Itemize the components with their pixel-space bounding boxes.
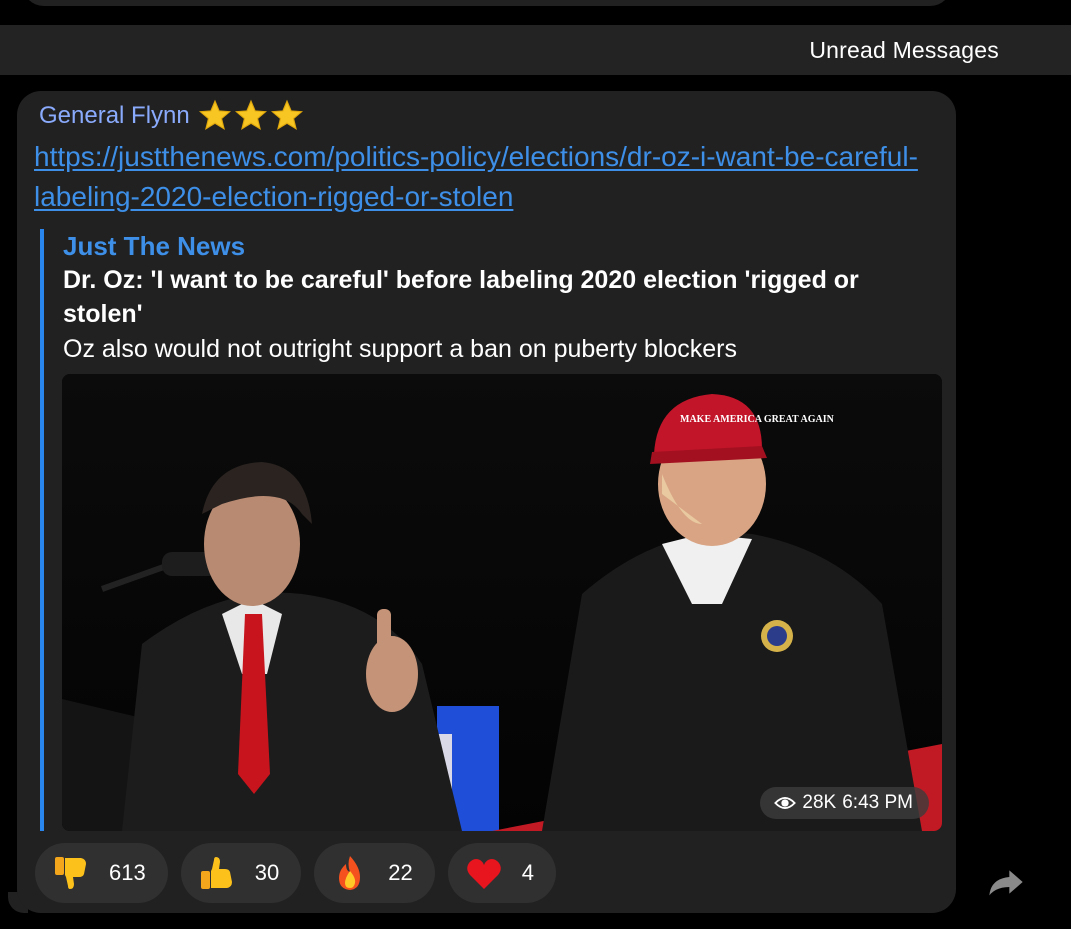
view-count: 28K — [802, 792, 837, 813]
reaction-count: 4 — [521, 860, 534, 885]
preview-description: Oz also would not outright support a ban… — [63, 335, 738, 363]
reaction-fire[interactable]: 22 — [314, 843, 435, 903]
message-bubble[interactable]: General Flynn https://justthenews.com/po… — [17, 91, 956, 913]
preview-photo: MAKE AMERICA GREAT AGAIN — [62, 374, 942, 831]
message-meta: 28K 6:43 PM — [760, 787, 929, 819]
sender-name-row[interactable]: General Flynn — [39, 99, 304, 133]
preview-site-name: Just The News — [63, 231, 246, 261]
forward-icon[interactable] — [986, 862, 1026, 902]
preview-headline: Dr. Oz: 'I want to be careful' before la… — [63, 266, 859, 328]
message-link[interactable]: https://justthenews.com/politics-policy/… — [34, 137, 934, 217]
reaction-count: 22 — [388, 860, 413, 885]
sender-badges — [198, 99, 304, 133]
unread-messages-label: Unread Messages — [809, 36, 999, 63]
star-icon — [270, 99, 303, 130]
thumbs-up-icon — [200, 857, 232, 889]
cap-text: MAKE AMERICA GREAT AGAIN — [680, 414, 835, 425]
reactions-row: 613 30 22 4 — [35, 843, 556, 903]
preview-image[interactable]: MAKE AMERICA GREAT AGAIN 28K 6:43 PM — [62, 374, 942, 831]
reaction-thumbs-down[interactable]: 613 — [35, 843, 168, 903]
link-preview[interactable]: Just The News Dr. Oz: 'I want to be care… — [40, 229, 942, 831]
reaction-count: 613 — [109, 860, 146, 885]
thumbs-down-icon — [55, 857, 86, 889]
heart-icon — [466, 859, 501, 889]
unread-messages-divider: Unread Messages — [0, 25, 1071, 75]
reaction-thumbs-up[interactable]: 30 — [180, 843, 302, 903]
reaction-count: 30 — [254, 860, 280, 885]
fire-icon — [339, 856, 361, 890]
previous-message-bubble — [22, 0, 952, 6]
reaction-heart[interactable]: 4 — [447, 843, 556, 903]
sender-name[interactable]: General Flynn — [39, 102, 190, 130]
message-time: 6:43 PM — [842, 792, 913, 813]
star-icon — [198, 99, 231, 130]
star-icon — [234, 99, 267, 130]
eye-icon — [774, 797, 797, 809]
